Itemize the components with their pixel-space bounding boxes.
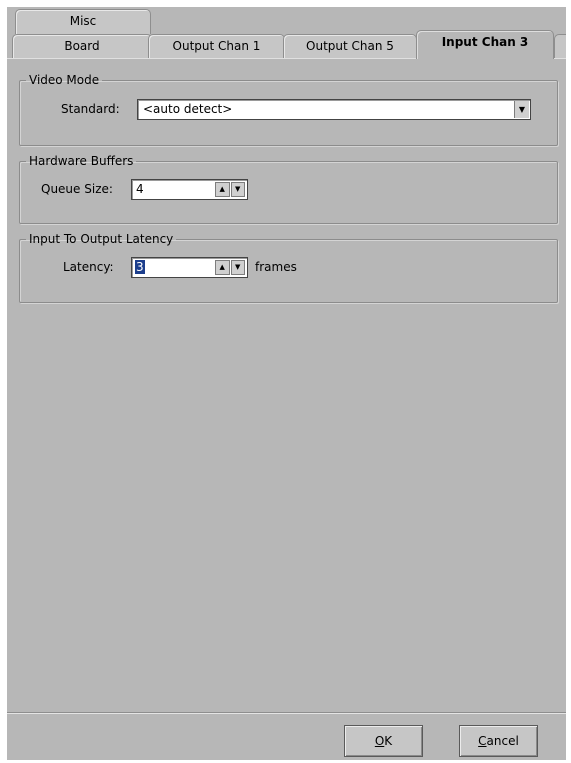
arrow-down-icon[interactable]: ▼ bbox=[230, 260, 245, 275]
latency-stepper: ▲ ▼ bbox=[215, 260, 245, 275]
latency-spinbox[interactable]: 3 ▲ ▼ bbox=[131, 257, 248, 278]
tab-output-chan-1-label: Output Chan 1 bbox=[172, 39, 261, 53]
hardware-buffers-group: Hardware Buffers Queue Size: 4 ▲ ▼ bbox=[19, 154, 558, 224]
arrow-up-icon[interactable]: ▲ bbox=[215, 182, 230, 197]
tab-output-chan-5-label: Output Chan 5 bbox=[306, 39, 394, 53]
arrow-down-icon[interactable]: ▼ bbox=[230, 182, 245, 197]
settings-dialog: Misc Board Output Chan 1 Output Chan 5 I… bbox=[7, 7, 566, 760]
queue-size-spinbox[interactable]: 4 ▲ ▼ bbox=[131, 179, 248, 200]
ok-mnemonic: O bbox=[374, 734, 385, 748]
cancel-label: ancel bbox=[486, 734, 519, 748]
tab-misc[interactable]: Misc bbox=[15, 9, 151, 34]
tab-misc-label: Misc bbox=[69, 14, 97, 28]
ok-label: K bbox=[384, 734, 393, 748]
video-mode-group: Video Mode Standard: <auto detect> ▼ bbox=[19, 73, 558, 146]
arrow-up-icon[interactable]: ▲ bbox=[215, 260, 230, 275]
tab-input-chan-3-label: Input Chan 3 bbox=[441, 35, 529, 49]
tab-output-chan-5[interactable]: Output Chan 5 bbox=[283, 34, 417, 58]
standard-label: Standard: bbox=[61, 102, 120, 116]
input-output-latency-group: Input To Output Latency Latency: 3 ▲ ▼ f… bbox=[19, 232, 558, 303]
chevron-down-icon[interactable]: ▼ bbox=[514, 101, 529, 118]
tab-board[interactable]: Board bbox=[12, 34, 152, 58]
tab-board-label: Board bbox=[64, 39, 100, 53]
tab-input-chan-3[interactable]: Input Chan 3 bbox=[416, 30, 554, 59]
cancel-button[interactable]: Cancel bbox=[459, 725, 538, 757]
ok-button[interactable]: OK bbox=[344, 725, 423, 757]
video-mode-legend: Video Mode bbox=[29, 73, 100, 87]
footer-divider-highlight bbox=[7, 713, 566, 714]
hardware-buffers-legend: Hardware Buffers bbox=[29, 154, 134, 168]
cancel-mnemonic: C bbox=[478, 734, 487, 748]
latency-label: Latency: bbox=[63, 260, 114, 274]
standard-combobox[interactable]: <auto detect> ▼ bbox=[137, 99, 531, 120]
tab-strip-end bbox=[554, 34, 566, 58]
queue-size-stepper: ▲ ▼ bbox=[215, 182, 245, 197]
standard-value: <auto detect> bbox=[143, 102, 233, 116]
latency-value: 3 bbox=[135, 260, 145, 274]
tab-output-chan-1[interactable]: Output Chan 1 bbox=[148, 34, 285, 58]
latency-units: frames bbox=[255, 260, 297, 274]
queue-size-label: Queue Size: bbox=[41, 182, 113, 196]
queue-size-value: 4 bbox=[136, 182, 144, 196]
input-output-latency-legend: Input To Output Latency bbox=[29, 232, 174, 246]
